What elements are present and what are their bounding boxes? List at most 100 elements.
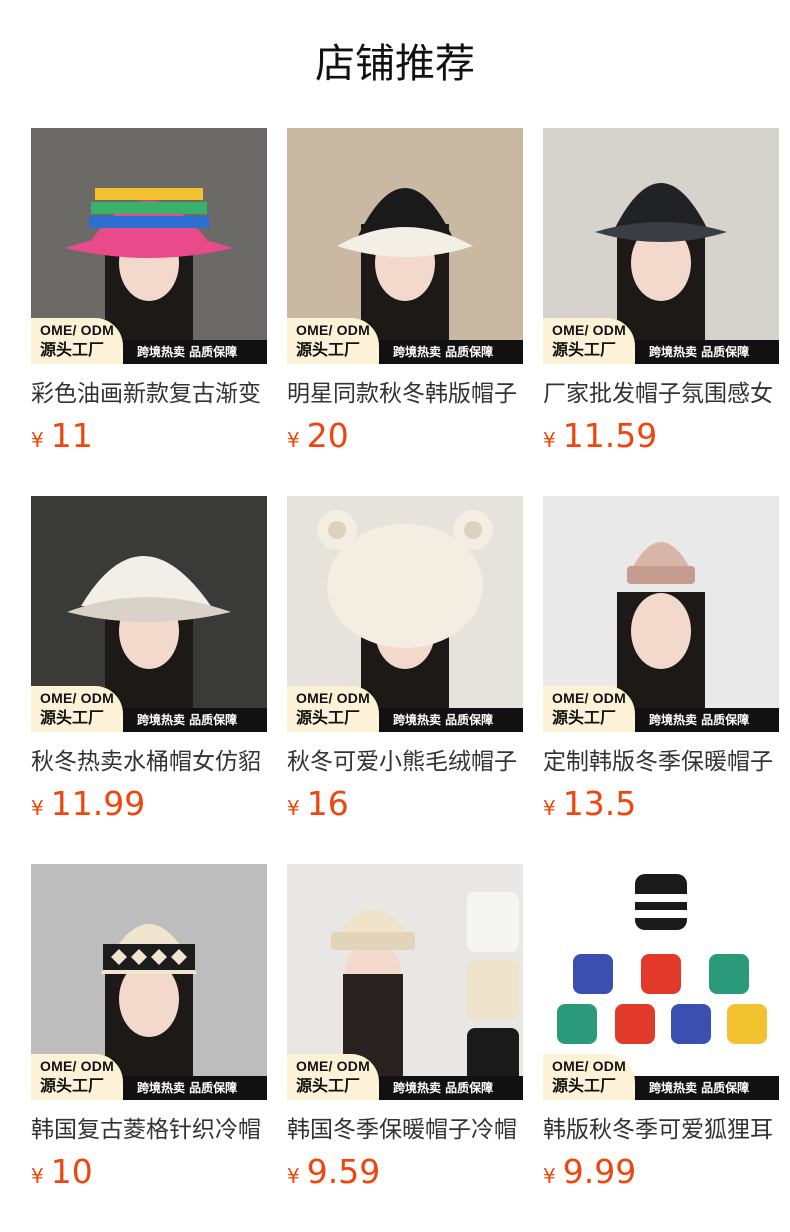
badge-tag: OME/ ODM 源头工厂 (543, 318, 635, 364)
product-name[interactable]: 韩国冬季保暖帽子冷帽 (287, 1114, 523, 1146)
product-price: ¥11 (31, 416, 93, 456)
product-price: ¥16 (287, 784, 349, 824)
price-value: 9.99 (562, 1152, 637, 1191)
factory-badge: 跨境热卖 品质保障 OME/ ODM 源头工厂 (287, 1054, 523, 1100)
product-card[interactable]: 跨境热卖 品质保障 OME/ ODM 源头工厂 韩版秋冬季可爱狐狸耳 ¥9.99 (543, 864, 779, 1191)
product-price: ¥11.99 (31, 784, 145, 824)
badge-oem-label: OME/ ODM (40, 322, 114, 338)
badge-factory-label: 源头工厂 (552, 708, 617, 727)
badge-tag: OME/ ODM 源头工厂 (287, 686, 379, 732)
badge-oem-label: OME/ ODM (40, 690, 114, 706)
currency-symbol: ¥ (543, 796, 556, 820)
badge-oem-label: OME/ ODM (296, 690, 370, 706)
product-name[interactable]: 韩版秋冬季可爱狐狸耳 (543, 1114, 779, 1146)
badge-slogan: 跨境热卖 品质保障 (393, 1081, 494, 1095)
badge-slogan: 跨境热卖 品质保障 (137, 345, 238, 359)
badge-factory-label: 源头工厂 (296, 708, 361, 727)
currency-symbol: ¥ (31, 1164, 44, 1188)
price-value: 16 (306, 784, 349, 823)
product-name[interactable]: 厂家批发帽子氛围感女 (543, 378, 779, 410)
badge-factory-label: 源头工厂 (296, 1076, 361, 1095)
badge-tag: OME/ ODM 源头工厂 (31, 318, 123, 364)
product-image-box[interactable]: 跨境热卖 品质保障 OME/ ODM 源头工厂 (543, 128, 779, 364)
currency-symbol: ¥ (543, 428, 556, 452)
product-name[interactable]: 定制韩版冬季保暖帽子 (543, 746, 779, 778)
badge-factory-label: 源头工厂 (296, 340, 361, 359)
factory-badge: 跨境热卖 品质保障 OME/ ODM 源头工厂 (31, 318, 267, 364)
product-price: ¥13.5 (543, 784, 636, 824)
currency-symbol: ¥ (543, 1164, 556, 1188)
badge-oem-label: OME/ ODM (296, 1058, 370, 1074)
badge-tag: OME/ ODM 源头工厂 (543, 1054, 635, 1100)
product-card[interactable]: 跨境热卖 品质保障 OME/ ODM 源头工厂 定制韩版冬季保暖帽子 ¥13.5 (543, 496, 779, 823)
product-image-box[interactable]: 跨境热卖 品质保障 OME/ ODM 源头工厂 (31, 864, 267, 1100)
product-price: ¥20 (287, 416, 349, 456)
product-name[interactable]: 秋冬可爱小熊毛绒帽子 (287, 746, 523, 778)
badge-tag: OME/ ODM 源头工厂 (31, 1054, 123, 1100)
badge-slogan: 跨境热卖 品质保障 (649, 345, 750, 359)
product-card[interactable]: 跨境热卖 品质保障 OME/ ODM 源头工厂 明星同款秋冬韩版帽子 ¥20 (287, 128, 523, 455)
product-image-box[interactable]: 跨境热卖 品质保障 OME/ ODM 源头工厂 (543, 496, 779, 732)
product-card[interactable]: 跨境热卖 品质保障 OME/ ODM 源头工厂 韩国复古菱格针织冷帽 ¥10 (31, 864, 267, 1191)
badge-slogan: 跨境热卖 品质保障 (137, 1081, 238, 1095)
badge-tag: OME/ ODM 源头工厂 (287, 318, 379, 364)
badge-oem-label: OME/ ODM (296, 322, 370, 338)
product-card[interactable]: 跨境热卖 品质保障 OME/ ODM 源头工厂 韩国冬季保暖帽子冷帽 ¥9.59 (287, 864, 523, 1191)
badge-factory-label: 源头工厂 (40, 340, 105, 359)
page-title: 店铺推荐 (315, 41, 475, 87)
price-value: 11 (50, 416, 93, 455)
price-value: 11.99 (50, 784, 146, 823)
factory-badge: 跨境热卖 品质保障 OME/ ODM 源头工厂 (287, 318, 523, 364)
badge-tag: OME/ ODM 源头工厂 (543, 686, 635, 732)
badge-slogan: 跨境热卖 品质保障 (137, 713, 238, 727)
price-value: 9.59 (306, 1152, 381, 1191)
factory-badge: 跨境热卖 品质保障 OME/ ODM 源头工厂 (31, 1054, 267, 1100)
currency-symbol: ¥ (31, 796, 44, 820)
badge-slogan: 跨境热卖 品质保障 (393, 345, 494, 359)
price-value: 13.5 (562, 784, 637, 823)
product-name[interactable]: 秋冬热卖水桶帽女仿貂 (31, 746, 267, 778)
badge-factory-label: 源头工厂 (40, 1076, 105, 1095)
badge-tag: OME/ ODM 源头工厂 (287, 1054, 379, 1100)
product-image-box[interactable]: 跨境热卖 品质保障 OME/ ODM 源头工厂 (31, 496, 267, 732)
factory-badge: 跨境热卖 品质保障 OME/ ODM 源头工厂 (287, 686, 523, 732)
price-value: 11.59 (562, 416, 658, 455)
product-price: ¥10 (31, 1152, 93, 1192)
product-card[interactable]: 跨境热卖 品质保障 OME/ ODM 源头工厂 彩色油画新款复古渐变 ¥11 (31, 128, 267, 455)
currency-symbol: ¥ (287, 428, 300, 452)
factory-badge: 跨境热卖 品质保障 OME/ ODM 源头工厂 (543, 686, 779, 732)
badge-oem-label: OME/ ODM (552, 690, 626, 706)
product-card[interactable]: 跨境热卖 品质保障 OME/ ODM 源头工厂 秋冬可爱小熊毛绒帽子 ¥16 (287, 496, 523, 823)
price-value: 20 (306, 416, 349, 455)
badge-oem-label: OME/ ODM (552, 322, 626, 338)
badge-oem-label: OME/ ODM (552, 1058, 626, 1074)
product-image-box[interactable]: 跨境热卖 品质保障 OME/ ODM 源头工厂 (287, 496, 523, 732)
badge-tag: OME/ ODM 源头工厂 (31, 686, 123, 732)
factory-badge: 跨境热卖 品质保障 OME/ ODM 源头工厂 (543, 318, 779, 364)
badge-oem-label: OME/ ODM (40, 1058, 114, 1074)
product-image-box[interactable]: 跨境热卖 品质保障 OME/ ODM 源头工厂 (287, 128, 523, 364)
badge-factory-label: 源头工厂 (552, 340, 617, 359)
currency-symbol: ¥ (287, 796, 300, 820)
currency-symbol: ¥ (287, 1164, 300, 1188)
product-image-box[interactable]: 跨境热卖 品质保障 OME/ ODM 源头工厂 (31, 128, 267, 364)
product-card[interactable]: 跨境热卖 品质保障 OME/ ODM 源头工厂 厂家批发帽子氛围感女 ¥11.5… (543, 128, 779, 455)
product-name[interactable]: 明星同款秋冬韩版帽子 (287, 378, 523, 410)
factory-badge: 跨境热卖 品质保障 OME/ ODM 源头工厂 (543, 1054, 779, 1100)
price-value: 10 (50, 1152, 93, 1191)
product-price: ¥9.99 (543, 1152, 636, 1192)
badge-slogan: 跨境热卖 品质保障 (649, 1081, 750, 1095)
product-card[interactable]: 跨境热卖 品质保障 OME/ ODM 源头工厂 秋冬热卖水桶帽女仿貂 ¥11.9… (31, 496, 267, 823)
product-price: ¥11.59 (543, 416, 657, 456)
product-name[interactable]: 彩色油画新款复古渐变 (31, 378, 267, 410)
badge-slogan: 跨境热卖 品质保障 (649, 713, 750, 727)
product-name[interactable]: 韩国复古菱格针织冷帽 (31, 1114, 267, 1146)
badge-slogan: 跨境热卖 品质保障 (393, 713, 494, 727)
badge-factory-label: 源头工厂 (40, 708, 105, 727)
factory-badge: 跨境热卖 品质保障 OME/ ODM 源头工厂 (31, 686, 267, 732)
product-image-box[interactable]: 跨境热卖 品质保障 OME/ ODM 源头工厂 (543, 864, 779, 1100)
badge-factory-label: 源头工厂 (552, 1076, 617, 1095)
currency-symbol: ¥ (31, 428, 44, 452)
product-price: ¥9.59 (287, 1152, 380, 1192)
product-image-box[interactable]: 跨境热卖 品质保障 OME/ ODM 源头工厂 (287, 864, 523, 1100)
